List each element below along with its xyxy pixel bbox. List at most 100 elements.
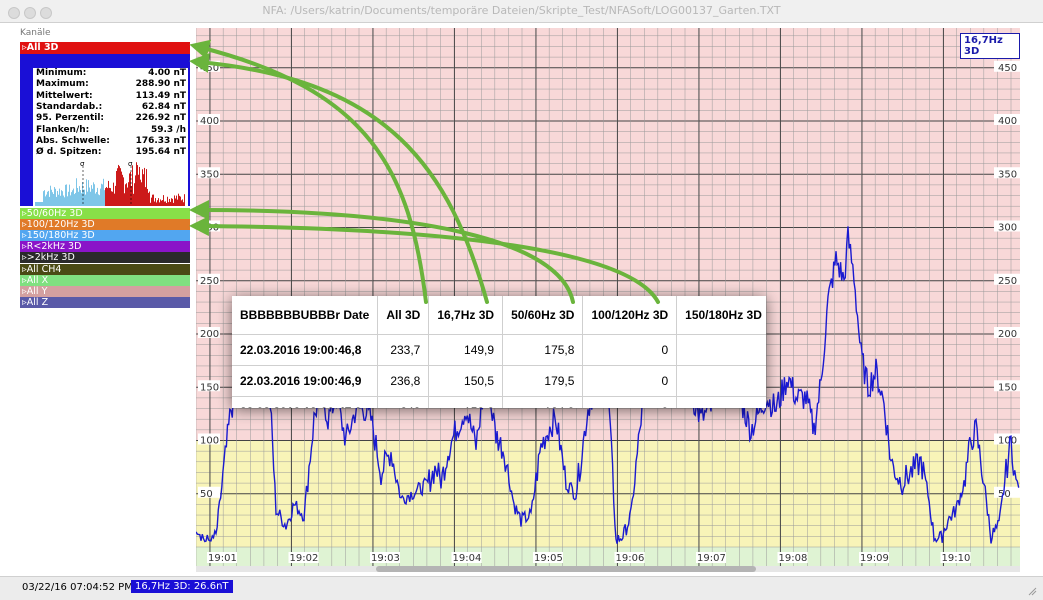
status-timestamp: 03/22/16 07:04:52 PM: [22, 582, 133, 593]
stat-row: 95. Perzentil: 226.92 nT: [36, 113, 188, 124]
horizontal-scrollbar[interactable]: [196, 566, 1020, 572]
y-tick-label-right: 400: [998, 116, 1017, 127]
y-tick-label-right: 150: [998, 382, 1017, 393]
table-row: 22.03.2016 19:00:46,9 236,8 150,5 179,5 0: [232, 365, 766, 397]
channel-item[interactable]: ▹>2kHz 3D: [20, 252, 190, 264]
stat-row: Maximum: 288.90 nT: [36, 79, 188, 90]
table-header-cell: 50/60Hz 3D: [502, 296, 584, 335]
stat-row: Flanken/h: 59.3 /h: [36, 125, 188, 136]
stat-value: 59.3 /h: [150, 124, 186, 135]
plot-legend: 16,7Hz 3D: [960, 33, 1020, 59]
data-table: BBBBBBBUBBBr Date All 3D 16,7Hz 3D 50/60Hz …: [232, 296, 766, 408]
table-value-cell: 0: [582, 396, 678, 408]
window-titlebar: NFA: /Users/katrin/Documents/temporäre D…: [0, 0, 1043, 23]
table-value-cell: 184,9: [502, 396, 584, 408]
stat-label: 95. Perzentil:: [36, 113, 105, 124]
table-date-cell: 22.03.2016 19:00:46,9: [232, 365, 379, 397]
table-value-cell: 175,8: [502, 334, 584, 366]
table-value-cell: 236,8: [377, 365, 430, 397]
table-header-cell: All 3D: [377, 296, 430, 335]
table-value-cell: 179,5: [502, 365, 584, 397]
stat-value: 62.84 nT: [141, 101, 186, 112]
x-tick-label: 19:02: [290, 553, 319, 564]
stat-row: Abs. Schwelle: 176.33 nT: [36, 136, 188, 147]
y-tick-label-left: 300: [200, 223, 219, 234]
y-tick-label-left: 450: [200, 63, 219, 74]
y-tick-label-left: 50: [200, 489, 213, 500]
y-tick-label-left: 200: [200, 329, 219, 340]
y-tick-label-right: 100: [998, 436, 1017, 447]
channel-item-all-3d[interactable]: ▹All 3D: [20, 42, 190, 54]
stat-value: 288.90 nT: [135, 79, 186, 90]
data-table-popup: BBBBBBBUBBBr Date All 3D 16,7Hz 3D 50/60Hz …: [232, 296, 766, 408]
x-tick-label: 19:04: [453, 553, 482, 564]
channel-item[interactable]: ▹All X: [20, 274, 190, 286]
table-header-cell: 150/180Hz 3D: [676, 296, 766, 335]
y-tick-label-left: 350: [200, 169, 219, 180]
status-bar: 03/22/16 07:04:52 PM 16,7Hz 3D: 26.6nT: [0, 576, 1043, 600]
stat-row: Ø d. Spitzen: 195.64 nT: [36, 147, 188, 158]
x-tick-label: 19:05: [534, 553, 563, 564]
channel-item[interactable]: ▹150/180Hz 3D: [20, 230, 190, 242]
table-header-cell: BBBBBBBUBBBr Date: [232, 296, 379, 335]
y-tick-label-left: 250: [200, 276, 219, 287]
table-value-cell: [676, 334, 766, 366]
channel-item[interactable]: ▹All Y: [20, 285, 190, 297]
y-tick-label-right: 450: [998, 63, 1017, 74]
x-tick-label: 19:07: [697, 553, 726, 564]
table-header-row: BBBBBBBUBBBr Date All 3D 16,7Hz 3D 50/60Hz …: [232, 296, 766, 335]
y-tick-label-right: 200: [998, 329, 1017, 340]
x-tick-label: 19:09: [860, 553, 889, 564]
table-value-cell: 152,2: [428, 396, 504, 408]
x-tick-label: 19:03: [371, 553, 400, 564]
stat-label: Maximum:: [36, 79, 89, 90]
table-value-cell: 149,9: [428, 334, 504, 366]
channel-item[interactable]: ▹100/120Hz 3D: [20, 219, 190, 231]
histogram-sigma-marker: σ: [80, 160, 85, 168]
x-tick-label: 19:08: [779, 553, 808, 564]
channel-stats-panel: Minimum: 4.00 nT Maximum: 288.90 nT Mittelwe…: [33, 68, 188, 206]
channel-item[interactable]: ▹R<2kHz 3D: [20, 241, 190, 253]
stat-value: 195.64 nT: [135, 147, 186, 158]
y-tick-label-left: 150: [200, 382, 219, 393]
stat-value: 4.00 nT: [148, 68, 186, 78]
stat-label: Standardab.:: [36, 101, 103, 112]
table-value-cell: [676, 396, 766, 408]
y-tick-label-right: 250: [998, 276, 1017, 287]
y-tick-label-right: 300: [998, 223, 1017, 234]
stat-value: 226.92 nT: [135, 113, 186, 124]
table-header-cell: 100/120Hz 3D: [582, 296, 678, 335]
histogram-sigma-marker: σ: [128, 160, 133, 168]
histogram: σσ: [33, 160, 188, 206]
y-tick-label-left: 100: [200, 436, 219, 447]
table-row: 22.03.2016 19:00:47,0242152,2184,90: [232, 396, 766, 408]
stat-row: Standardab.: 62.84 nT: [36, 102, 188, 113]
table-value-cell: 0: [582, 365, 678, 397]
sidebar-header: Kanäle: [20, 28, 51, 38]
table-value-cell: 242: [377, 396, 430, 408]
table-row: 22.03.2016 19:00:46,8 233,7 149,9 175,8 0: [232, 334, 766, 366]
scrollbar-thumb[interactable]: [376, 566, 756, 572]
table-value-cell: 0: [582, 334, 678, 366]
x-tick-label: 19:10: [942, 553, 971, 564]
resize-grip-icon[interactable]: [1027, 586, 1037, 596]
channel-item[interactable]: ▹50/60Hz 3D: [20, 208, 190, 219]
window-title: NFA: /Users/katrin/Documents/temporäre D…: [262, 4, 781, 17]
table-value-cell: 150,5: [428, 365, 504, 397]
stat-label: Ø d. Spitzen:: [36, 147, 102, 158]
y-tick-label-right: 350: [998, 169, 1017, 180]
status-value-badge: 16,7Hz 3D: 26.6nT: [131, 580, 233, 593]
stat-label: Minimum:: [36, 68, 87, 78]
table-date-cell: 22.03.2016 19:00:47,0: [232, 396, 379, 408]
x-tick-label: 19:06: [616, 553, 645, 564]
table-header-cell: 16,7Hz 3D: [428, 296, 504, 335]
stat-label: Abs. Schwelle:: [36, 135, 110, 146]
stat-label: Flanken/h:: [36, 124, 90, 135]
stat-row: Minimum: 4.00 nT: [36, 68, 188, 79]
channel-item[interactable]: ▹All CH4: [20, 263, 190, 275]
stat-row: Mittelwert: 113.49 nT: [36, 91, 188, 102]
channel-item[interactable]: ▹All Z: [20, 296, 190, 308]
stat-label: Mittelwert:: [36, 90, 93, 101]
y-tick-label-left: 400: [200, 116, 219, 127]
stat-value: 176.33 nT: [135, 135, 186, 146]
